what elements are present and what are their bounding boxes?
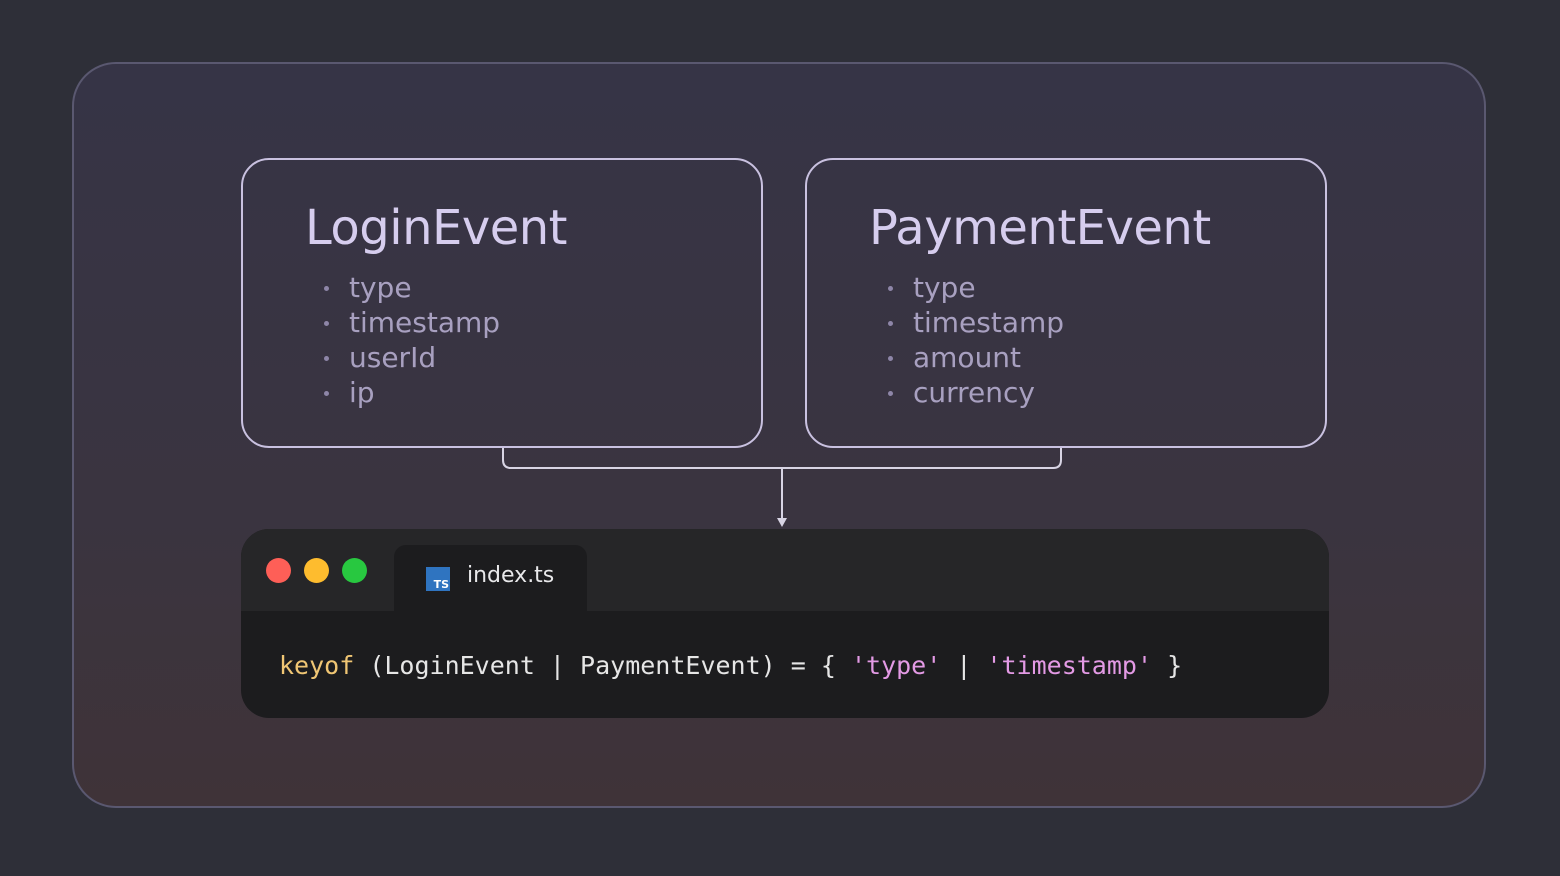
editor-titlebar: TS index.ts [241, 529, 1329, 611]
file-tab[interactable]: TS index.ts [394, 545, 587, 611]
code-expression: (LoginEvent | PaymentEvent) = { [354, 651, 851, 680]
file-tab-label: index.ts [467, 563, 555, 588]
code-string-type: 'type' [850, 651, 942, 680]
connector-arrow [502, 448, 1062, 527]
typescript-file-icon: TS [426, 567, 450, 591]
code-string-timestamp: 'timestamp' [986, 651, 1153, 680]
close-window-button[interactable] [266, 558, 291, 583]
maximize-window-button[interactable] [342, 558, 367, 583]
code-closing-brace: } [1152, 651, 1183, 680]
code-union-separator: | [941, 651, 987, 680]
minimize-window-button[interactable] [304, 558, 329, 583]
code-line: keyof (LoginEvent | PaymentEvent) = { 't… [279, 651, 1182, 680]
code-keyword: keyof [279, 651, 355, 680]
code-editor-window: TS index.ts keyof (LoginEvent | PaymentE… [241, 529, 1329, 718]
